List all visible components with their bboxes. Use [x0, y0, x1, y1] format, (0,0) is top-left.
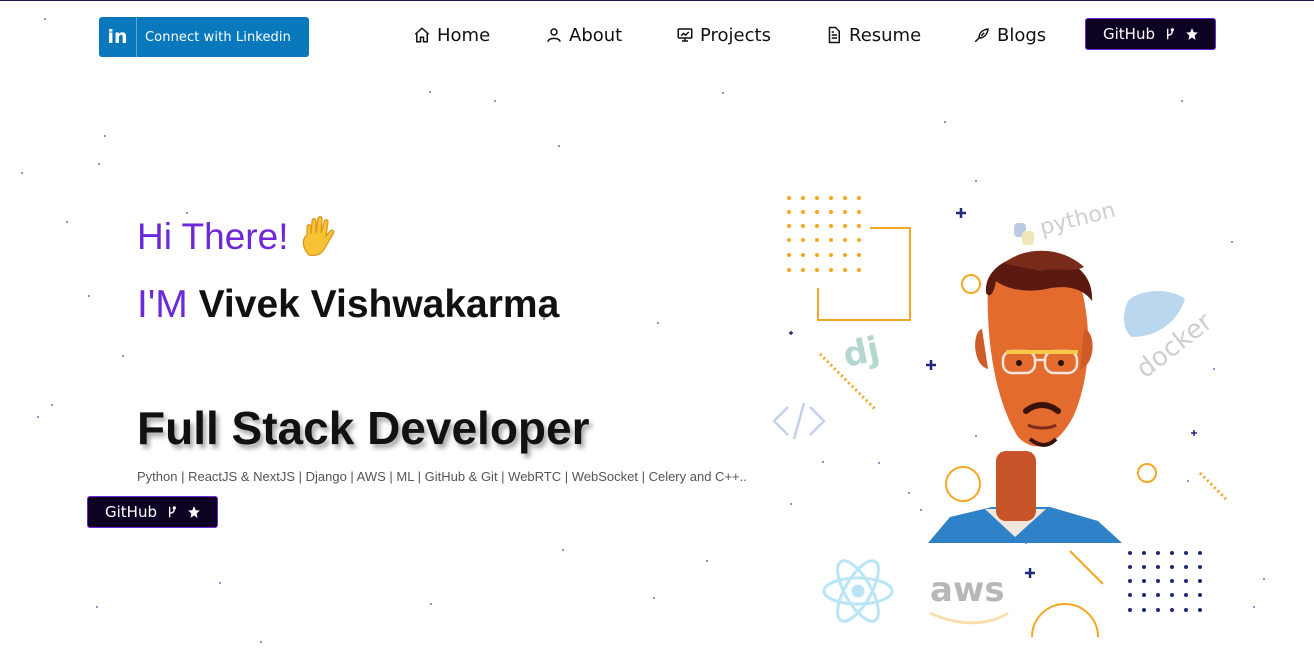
waving-hand-icon	[302, 216, 334, 257]
im-prefix: I'M	[137, 283, 188, 326]
nav-label-projects: Projects	[700, 24, 771, 46]
github-hero-button[interactable]: GitHub	[87, 496, 218, 528]
greeting: Hi There!	[137, 215, 339, 259]
connect-linkedin-button[interactable]: in Connect with Linkedin	[99, 17, 309, 57]
github-nav-button[interactable]: GitHub	[1085, 18, 1216, 50]
nav-item-resume[interactable]: Resume	[825, 22, 921, 48]
avatar-illustration: python docker dj aws	[772, 196, 1228, 638]
nav-item-projects[interactable]: Projects	[676, 22, 771, 48]
skills-list: Python | ReactJS & NextJS | Django | AWS…	[137, 469, 747, 484]
git-fork-icon	[168, 506, 176, 518]
git-fork-icon	[1166, 28, 1174, 40]
code-brackets-icon	[772, 402, 826, 440]
blog-icon	[974, 28, 989, 43]
svg-text:aws: aws	[930, 570, 1005, 610]
nav-label-about: About	[569, 24, 623, 46]
star-icon	[188, 506, 200, 518]
github-hero-label: GitHub	[105, 503, 157, 521]
linkedin-icon: in	[99, 17, 137, 57]
developer-name: Vivek Vishwakarma	[198, 283, 560, 326]
nav-label-home: Home	[437, 24, 491, 46]
python-logo-icon: python	[1014, 198, 1118, 245]
linkedin-button-label: Connect with Linkedin	[145, 29, 291, 45]
svg-text:dj: dj	[840, 329, 884, 376]
home-icon	[414, 27, 430, 43]
projects-icon	[677, 28, 693, 42]
user-icon	[547, 28, 561, 42]
name-heading: I'M Vivek Vishwakarma	[137, 283, 559, 327]
nav-item-blogs[interactable]: Blogs	[973, 22, 1046, 48]
aws-logo-icon: aws	[929, 570, 1009, 625]
orange-dot-grid	[787, 196, 861, 272]
nav-item-home[interactable]: Home	[413, 22, 490, 48]
greeting-text: Hi There!	[137, 216, 289, 257]
document-icon	[828, 26, 840, 44]
nav-label-blogs: Blogs	[997, 24, 1047, 46]
nav-label-resume: Resume	[849, 24, 922, 46]
hero-illustration: python docker dj aws	[760, 181, 1240, 641]
svg-text:python: python	[1037, 198, 1118, 241]
github-nav-label: GitHub	[1103, 25, 1155, 43]
nav-item-about[interactable]: About	[545, 22, 622, 48]
navy-dot-grid	[1128, 551, 1202, 612]
navbar: in Connect with Linkedin Home About Proj…	[0, 1, 1314, 71]
react-logo-icon	[822, 559, 894, 623]
django-logo-icon: dj	[840, 329, 884, 376]
role-title: Full Stack Developer	[137, 402, 590, 454]
docker-logo-icon: docker	[1123, 290, 1219, 385]
star-icon	[1186, 28, 1198, 40]
